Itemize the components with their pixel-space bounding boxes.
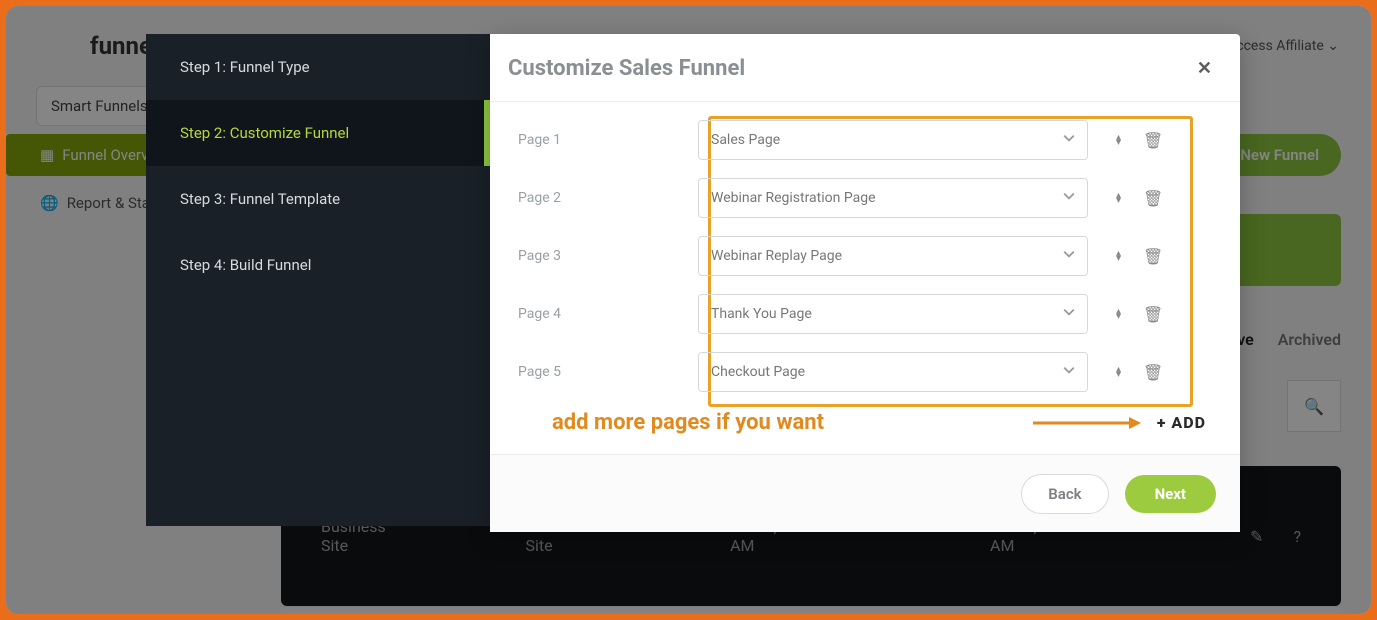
page-row-3: Page 3 Webinar Replay Page ▴▾ 🗑 [518,236,1212,276]
page-label: Page 5 [518,364,698,380]
wizard-steps: Step 1: Funnel Type Step 2: Customize Fu… [146,34,490,526]
modal-title: Customize Sales Funnel [508,56,745,81]
chevron-down-icon [1063,306,1075,322]
page-select[interactable]: Thank You Page [698,294,1088,334]
customize-funnel-modal: Customize Sales Funnel ✕ Page 1 Sales Pa… [490,34,1240,532]
add-page-button[interactable]: + ADD [1157,413,1206,432]
chevron-down-icon [1063,190,1075,206]
close-icon[interactable]: ✕ [1197,58,1212,79]
step-customize-funnel[interactable]: Step 2: Customize Funnel [146,100,490,166]
step-build-funnel[interactable]: Step 4: Build Funnel [146,232,490,298]
trash-icon[interactable]: 🗑 [1143,247,1163,266]
trash-icon[interactable]: 🗑 [1143,305,1163,324]
page-row-1: Page 1 Sales Page ▴▾ 🗑 [518,120,1212,160]
annotation-text: add more pages if you want [552,410,824,435]
chevron-down-icon [1063,248,1075,264]
page-select[interactable]: Checkout Page [698,352,1088,392]
next-button[interactable]: Next [1125,475,1216,513]
sort-icon[interactable]: ▴▾ [1116,251,1121,261]
trash-icon[interactable]: 🗑 [1143,189,1163,208]
page-row-2: Page 2 Webinar Registration Page ▴▾ 🗑 [518,178,1212,218]
back-button[interactable]: Back [1021,474,1108,514]
sort-icon[interactable]: ▴▾ [1116,193,1121,203]
page-row-5: Page 5 Checkout Page ▴▾ 🗑 [518,352,1212,392]
step-funnel-type[interactable]: Step 1: Funnel Type [146,34,490,100]
chevron-down-icon [1063,364,1075,380]
page-label: Page 3 [518,248,698,264]
trash-icon[interactable]: 🗑 [1143,131,1163,150]
step-funnel-template[interactable]: Step 3: Funnel Template [146,166,490,232]
page-label: Page 1 [518,132,698,148]
sort-icon[interactable]: ▴▾ [1116,367,1121,377]
sort-icon[interactable]: ▴▾ [1116,309,1121,319]
page-select[interactable]: Webinar Replay Page [698,236,1088,276]
page-label: Page 4 [518,306,698,322]
page-label: Page 2 [518,190,698,206]
page-select[interactable]: Webinar Registration Page [698,178,1088,218]
page-row-4: Page 4 Thank You Page ▴▾ 🗑 [518,294,1212,334]
arrow-right-icon [846,415,1143,431]
chevron-down-icon [1063,132,1075,148]
page-select[interactable]: Sales Page [698,120,1088,160]
trash-icon[interactable]: 🗑 [1143,363,1163,382]
sort-icon[interactable]: ▴▾ [1116,135,1121,145]
